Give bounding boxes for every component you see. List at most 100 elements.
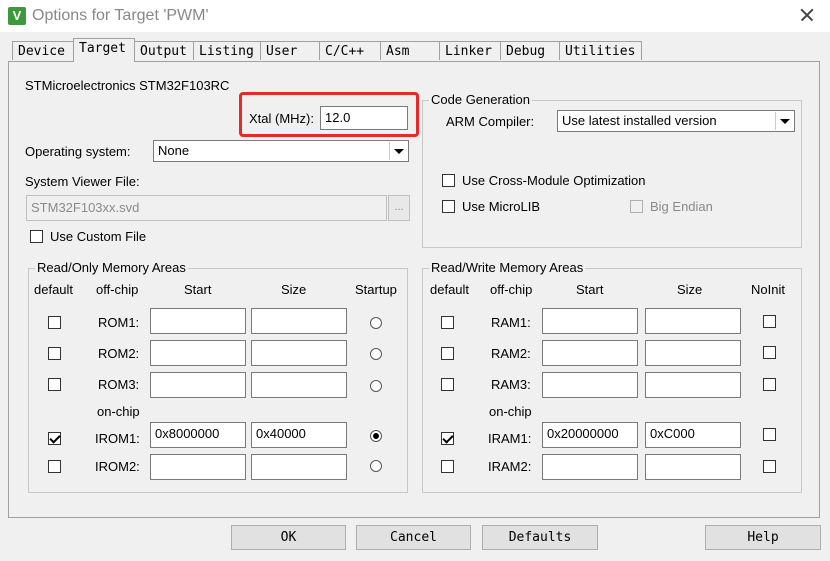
- ram1-label: RAM1:: [491, 315, 531, 330]
- svd-label: System Viewer File:: [25, 174, 140, 189]
- ram-header-size: Size: [677, 282, 703, 297]
- rom2-start-input[interactable]: [150, 340, 246, 366]
- defaults-button[interactable]: Defaults: [482, 525, 598, 550]
- ram-header-offchip: off-chip: [490, 282, 533, 297]
- ram2-size-input[interactable]: [645, 340, 741, 366]
- rom-header-startup: Startup: [355, 282, 397, 297]
- code-generation-title: Code Generation: [429, 92, 533, 107]
- rom-header-default: default: [34, 282, 74, 297]
- highlight-box: [239, 92, 419, 137]
- tab-target[interactable]: Target: [73, 38, 135, 62]
- irom1-startup-radio[interactable]: [370, 430, 382, 442]
- ram2-start-input[interactable]: [542, 340, 638, 366]
- rom1-default-checkbox[interactable]: [48, 316, 61, 329]
- microlib-checkbox[interactable]: [442, 200, 455, 213]
- iram2-size-input[interactable]: [645, 454, 741, 480]
- ram1-start-input[interactable]: [542, 308, 638, 334]
- irom2-label: IROM2:: [95, 459, 140, 474]
- custom-file-label: Use Custom File: [50, 229, 147, 244]
- rom-onchip-label: on-chip: [97, 404, 140, 419]
- rom2-label: ROM2:: [98, 346, 140, 361]
- ram2-default-checkbox[interactable]: [441, 347, 454, 360]
- os-label: Operating system:: [25, 144, 131, 159]
- os-value: None: [158, 143, 190, 158]
- rom3-start-input[interactable]: [150, 372, 246, 398]
- tab-listing[interactable]: Listing: [193, 41, 261, 60]
- ram3-noinit-checkbox[interactable]: [763, 378, 776, 391]
- rom2-startup-radio[interactable]: [370, 348, 382, 360]
- close-icon[interactable]: [796, 4, 818, 26]
- cross-module-checkbox[interactable]: [442, 174, 455, 187]
- compiler-select[interactable]: Use latest installed version: [557, 110, 795, 132]
- irom2-default-checkbox[interactable]: [48, 460, 61, 473]
- tab-asm[interactable]: Asm: [380, 41, 440, 60]
- keil-app-icon: V: [8, 7, 26, 25]
- tab-utilities[interactable]: Utilities: [559, 41, 642, 60]
- rom1-size-input[interactable]: [251, 308, 347, 334]
- dropdown-arrow-icon[interactable]: [389, 142, 407, 160]
- rom2-size-input[interactable]: [251, 340, 347, 366]
- big-endian-label: Big Endian: [650, 199, 713, 214]
- rom-group-title: Read/Only Memory Areas: [35, 260, 188, 275]
- ram-header-default: default: [430, 282, 470, 297]
- tab-device[interactable]: Device: [12, 41, 74, 60]
- ram-onchip-label: on-chip: [489, 404, 532, 419]
- ram3-size-input[interactable]: [645, 372, 741, 398]
- custom-file-checkbox[interactable]: [30, 230, 43, 243]
- rom2-default-checkbox[interactable]: [48, 347, 61, 360]
- microlib-label: Use MicroLIB: [462, 199, 541, 214]
- iram1-default-checkbox[interactable]: [441, 432, 454, 445]
- ok-button[interactable]: OK: [231, 525, 346, 550]
- irom2-startup-radio[interactable]: [370, 460, 382, 472]
- ram2-noinit-checkbox[interactable]: [763, 346, 776, 359]
- irom1-size-input[interactable]: 0x40000: [251, 422, 347, 448]
- rom3-size-input[interactable]: [251, 372, 347, 398]
- big-endian-checkbox: [630, 200, 643, 213]
- rom3-label: ROM3:: [98, 377, 140, 392]
- device-name: STMicroelectronics STM32F103RC: [25, 78, 230, 93]
- ram-header-start: Start: [576, 282, 604, 297]
- ram3-start-input[interactable]: [542, 372, 638, 398]
- iram1-size-input[interactable]: 0xC000: [645, 422, 741, 448]
- rom1-start-input[interactable]: [150, 308, 246, 334]
- ram3-label: RAM3:: [491, 377, 531, 392]
- iram1-start-input[interactable]: 0x20000000: [542, 422, 638, 448]
- os-select[interactable]: None: [153, 140, 409, 162]
- rom3-startup-radio[interactable]: [370, 380, 382, 392]
- irom1-label: IROM1:: [95, 431, 140, 446]
- svd-browse-button[interactable]: ...: [388, 195, 410, 221]
- irom2-start-input[interactable]: [150, 454, 246, 480]
- irom1-start-input[interactable]: 0x8000000: [150, 422, 246, 448]
- cancel-button[interactable]: Cancel: [356, 525, 471, 550]
- rom-header-start: Start: [184, 282, 212, 297]
- iram2-default-checkbox[interactable]: [441, 460, 454, 473]
- tab-c-cpp[interactable]: C/C++: [319, 41, 381, 60]
- iram2-start-input[interactable]: [542, 454, 638, 480]
- ram1-size-input[interactable]: [645, 308, 741, 334]
- ram1-noinit-checkbox[interactable]: [763, 315, 776, 328]
- irom1-default-checkbox[interactable]: [48, 432, 61, 445]
- dropdown-arrow-icon[interactable]: [775, 112, 793, 130]
- ram2-label: RAM2:: [491, 346, 531, 361]
- compiler-label: ARM Compiler:: [446, 114, 535, 129]
- irom2-size-input[interactable]: [251, 454, 347, 480]
- svd-input[interactable]: STM32F103xx.svd: [26, 195, 387, 221]
- iram1-noinit-checkbox[interactable]: [763, 428, 776, 441]
- iram2-noinit-checkbox[interactable]: [763, 460, 776, 473]
- tab-debug[interactable]: Debug: [500, 41, 560, 60]
- ram-header-noinit: NoInit: [751, 282, 785, 297]
- ram-group-title: Read/Write Memory Areas: [429, 260, 586, 275]
- iram2-label: IRAM2:: [488, 459, 532, 474]
- ram3-default-checkbox[interactable]: [441, 378, 454, 391]
- ram1-default-checkbox[interactable]: [441, 316, 454, 329]
- compiler-value: Use latest installed version: [562, 113, 717, 128]
- rom1-label: ROM1:: [98, 315, 140, 330]
- rom-header-offchip: off-chip: [96, 282, 139, 297]
- tab-user[interactable]: User: [260, 41, 320, 60]
- tab-linker[interactable]: Linker: [439, 41, 501, 60]
- rom-header-size: Size: [281, 282, 307, 297]
- rom3-default-checkbox[interactable]: [48, 378, 61, 391]
- tab-output[interactable]: Output: [134, 41, 194, 60]
- rom1-startup-radio[interactable]: [370, 317, 382, 329]
- help-button[interactable]: Help: [705, 525, 821, 550]
